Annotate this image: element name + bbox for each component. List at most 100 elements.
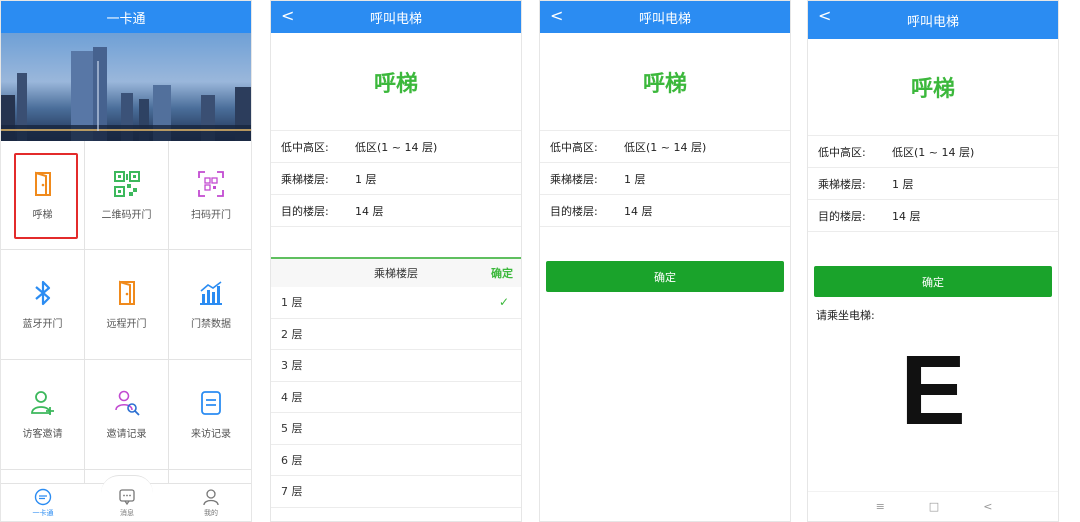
page-title: 呼叫电梯	[369, 11, 422, 27]
access-data-button[interactable]: 门禁数据	[169, 250, 251, 360]
boarding-floor-value: 1 层	[892, 177, 914, 191]
confirm-button[interactable]: 确定	[546, 261, 784, 292]
document-icon	[201, 391, 221, 415]
elevator-confirm-screen: < 呼叫电梯 呼梯 低中高区: 低区(1 ~ 14 层) 乘梯楼层: 1 层 目…	[539, 0, 791, 522]
floor-option[interactable]: 6 层	[271, 445, 521, 476]
search-person-icon	[114, 390, 140, 416]
zone-value: 低区(1 ~ 14 层)	[892, 145, 975, 159]
zone-row[interactable]: 低中高区: 低区(1 ~ 14 层)	[808, 136, 1058, 168]
destination-floor-row[interactable]: 目的楼层: 14 层	[540, 195, 790, 227]
menu-icon[interactable]: ≡	[876, 500, 885, 513]
destination-floor-row[interactable]: 目的楼层: 14 层	[271, 195, 521, 227]
system-nav-bar: ≡ □ <	[808, 491, 1058, 521]
elevator-header: < 呼叫电梯	[271, 1, 521, 33]
zone-row[interactable]: 低中高区: 低区(1 ~ 14 层)	[540, 131, 790, 163]
grid-label-visit-records: 来访记录	[191, 429, 231, 440]
bottom-tab-bar: 一卡通 消息 我的	[1, 475, 251, 521]
floor-picker-header: 乘梯楼层 确定	[271, 257, 521, 287]
person-icon	[203, 488, 219, 505]
add-person-icon	[30, 391, 54, 415]
grid-label-remote-open: 远程开门	[106, 319, 147, 330]
bluetooth-icon	[34, 280, 50, 306]
bluetooth-open-button[interactable]: 蓝牙开门	[1, 250, 85, 360]
destination-floor-value: 14 层	[624, 204, 653, 218]
page-title: 呼叫电梯	[638, 11, 691, 27]
elevator-picker-screen: < 呼叫电梯 呼梯 低中高区: 低区(1 ~ 14 层) 乘梯楼层: 1 层 目…	[270, 0, 522, 522]
call-elevator-button[interactable]: 呼梯	[1, 141, 85, 250]
elevator-heading: 呼梯	[271, 33, 521, 131]
destination-floor-label: 目的楼层:	[281, 204, 329, 218]
boarding-floor-row[interactable]: 乘梯楼层: 1 层	[540, 163, 790, 195]
boarding-floor-label: 乘梯楼层:	[818, 177, 866, 191]
city-skyline-icon	[1, 47, 251, 141]
boarding-floor-value: 1 层	[624, 172, 646, 186]
zone-value: 低区(1 ~ 14 层)	[355, 140, 438, 154]
tab-label-card: 一卡通	[32, 508, 54, 517]
page-title: 呼叫电梯	[906, 14, 959, 30]
tab-card[interactable]: 一卡通	[13, 488, 73, 518]
zone-row[interactable]: 低中高区: 低区(1 ~ 14 层)	[271, 131, 521, 163]
back-button[interactable]: <	[550, 6, 563, 25]
back-button[interactable]: <	[818, 6, 831, 25]
tab-profile[interactable]: 我的	[181, 488, 241, 518]
grid-label-visitor-invite: 访客邀请	[22, 429, 63, 440]
grid-label-access-data: 门禁数据	[191, 319, 231, 330]
floor-options-list: 1 层 ✓ 2 层 3 层 4 层 5 层 6 层 7 层	[271, 287, 521, 508]
grid-label-bluetooth-open: 蓝牙开门	[22, 319, 63, 330]
floor-option[interactable]: 5 层	[271, 413, 521, 445]
grid-label-invite-records: 邀请记录	[106, 429, 147, 440]
destination-floor-value: 14 层	[892, 209, 921, 223]
boarding-floor-label: 乘梯楼层:	[281, 172, 329, 186]
picker-confirm-button[interactable]: 确定	[491, 265, 513, 281]
scan-open-button[interactable]: 扫码开门	[169, 141, 251, 250]
elevator-heading: 呼梯	[808, 39, 1058, 136]
floor-option[interactable]: 4 层	[271, 382, 521, 413]
elevator-result-screen: < 呼叫电梯 呼梯 低中高区: 低区(1 ~ 14 层) 乘梯楼层: 1 层 目…	[807, 0, 1059, 522]
door-icon	[118, 280, 135, 305]
destination-floor-value: 14 层	[355, 204, 384, 218]
zone-label: 低中高区:	[818, 145, 866, 159]
elevator-header: < 呼叫电梯	[540, 1, 790, 33]
message-icon	[119, 488, 135, 505]
floor-option[interactable]: 7 层	[271, 476, 521, 508]
invite-records-button[interactable]: 邀请记录	[85, 360, 169, 470]
back-button[interactable]: <	[281, 6, 294, 25]
floor-option[interactable]: 3 层	[271, 350, 521, 382]
zone-label: 低中高区:	[550, 140, 598, 154]
visitor-invite-button[interactable]: 访客邀请	[1, 360, 85, 470]
destination-floor-row[interactable]: 目的楼层: 14 层	[808, 200, 1058, 232]
visit-records-button[interactable]: 来访记录	[169, 360, 251, 470]
card-icon	[34, 488, 52, 505]
grid-label-qr-open: 二维码开门	[101, 209, 152, 221]
remote-open-button[interactable]: 远程开门	[85, 250, 169, 360]
qr-open-button[interactable]: 二维码开门	[85, 141, 169, 250]
home-header: 一卡通	[1, 1, 251, 33]
tab-label-messages: 消息	[120, 508, 134, 517]
boarding-floor-row[interactable]: 乘梯楼层: 1 层	[808, 168, 1058, 200]
feature-grid: 呼梯 二维码开门 扫码开门 蓝牙开门 远程开门 门禁数据 访客邀请 邀请记录 来…	[1, 141, 251, 492]
boarding-floor-value: 1 层	[355, 172, 377, 186]
floor-picker-title: 乘梯楼层	[374, 267, 418, 280]
selection-highlight	[14, 153, 78, 239]
destination-floor-label: 目的楼层:	[550, 204, 598, 218]
boarding-floor-row[interactable]: 乘梯楼层: 1 层	[271, 163, 521, 195]
scan-code-icon	[198, 170, 224, 197]
qr-code-icon	[113, 170, 140, 197]
back-nav-icon[interactable]: <	[983, 500, 992, 513]
take-elevator-label: 请乘坐电梯:	[816, 309, 875, 322]
page-title: 一卡通	[106, 11, 146, 27]
confirm-button[interactable]: 确定	[814, 266, 1052, 297]
floor-option[interactable]: 1 层 ✓	[271, 287, 521, 319]
grid-label-scan-open: 扫码开门	[191, 209, 231, 221]
check-icon: ✓	[498, 295, 509, 310]
tab-label-profile: 我的	[204, 508, 218, 517]
floor-option[interactable]: 2 层	[271, 319, 521, 350]
data-chart-icon	[200, 281, 222, 305]
destination-floor-label: 目的楼层:	[818, 209, 866, 223]
zone-value: 低区(1 ~ 14 层)	[624, 140, 707, 154]
banner-image	[1, 33, 251, 141]
tab-messages[interactable]: 消息	[97, 488, 157, 518]
boarding-floor-label: 乘梯楼层:	[550, 172, 598, 186]
home-icon[interactable]: □	[929, 500, 939, 513]
home-screen: 一卡通 呼梯 二维码开门 扫码开门 蓝牙开门 远程开门 门禁数据 访客邀请 邀请…	[0, 0, 252, 522]
